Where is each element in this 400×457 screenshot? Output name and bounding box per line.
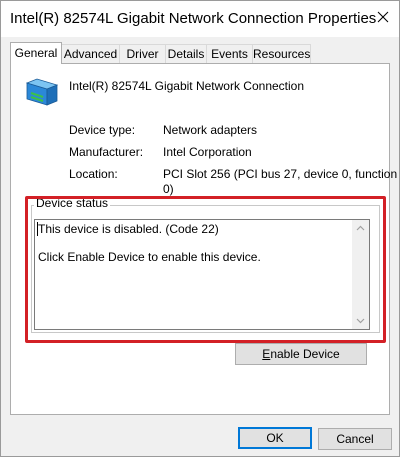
device-type-label: Device type: xyxy=(69,123,136,137)
location-value-line2: 0) xyxy=(163,182,174,196)
status-line-1: This device is disabled. (Code 22) xyxy=(38,222,219,236)
tab-general[interactable]: General xyxy=(10,42,62,64)
location-label: Location: xyxy=(69,167,118,181)
scroll-down-arrow-icon[interactable] xyxy=(352,312,369,329)
manufacturer-value: Intel Corporation xyxy=(163,145,252,159)
window-title: Intel(R) 82574L Gigabit Network Connecti… xyxy=(10,10,377,27)
general-tab-panel: Intel(R) 82574L Gigabit Network Connecti… xyxy=(10,63,397,415)
manufacturer-label: Manufacturer: xyxy=(69,145,144,159)
network-adapter-icon xyxy=(25,78,59,106)
status-line-2: Click Enable Device to enable this devic… xyxy=(38,250,261,264)
tab-driver[interactable]: Driver xyxy=(119,44,166,63)
close-icon xyxy=(377,11,389,23)
device-type-value: Network adapters xyxy=(163,123,258,137)
status-scrollbar[interactable] xyxy=(352,220,369,329)
ok-button[interactable]: OK xyxy=(238,427,312,449)
tab-resources[interactable]: Resources xyxy=(252,44,311,63)
device-status-textbox[interactable]: This device is disabled. (Code 22) Click… xyxy=(34,219,370,330)
tab-details[interactable]: Details xyxy=(165,44,207,63)
enable-device-button[interactable]: Enable Device xyxy=(235,343,367,365)
device-name: Intel(R) 82574L Gigabit Network Connecti… xyxy=(69,79,305,93)
device-status-title: Device status xyxy=(34,196,111,210)
enable-device-label: nable Device xyxy=(270,347,340,361)
cancel-button[interactable]: Cancel xyxy=(318,428,392,450)
location-value-line1: PCI Slot 256 (PCI bus 27, device 0, func… xyxy=(163,167,398,181)
scroll-up-arrow-icon[interactable] xyxy=(352,220,369,237)
close-button[interactable] xyxy=(373,7,393,27)
properties-dialog: Intel(R) 82574L Gigabit Network Connecti… xyxy=(0,0,400,457)
tab-advanced[interactable]: Advanced xyxy=(61,44,120,63)
title-bar: Intel(R) 82574L Gigabit Network Connecti… xyxy=(1,1,399,37)
tab-events[interactable]: Events xyxy=(206,44,253,63)
